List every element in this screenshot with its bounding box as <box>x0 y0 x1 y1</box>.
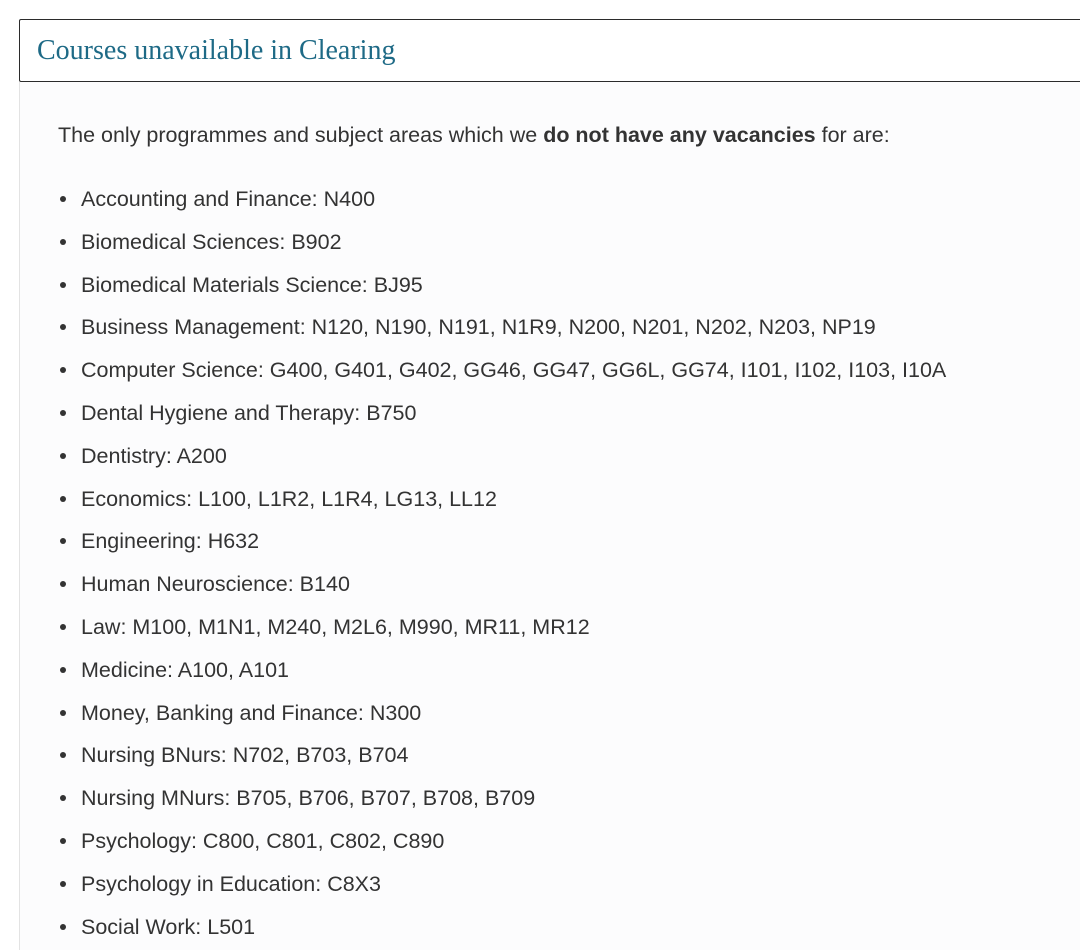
accordion-title[interactable]: Courses unavailable in Clearing <box>37 34 395 68</box>
bullet-icon <box>60 367 66 374</box>
intro-paragraph: The only programmes and subject areas wh… <box>58 122 890 148</box>
course-text: Accounting and Finance: N400 <box>81 187 376 211</box>
bullet-icon <box>60 281 66 288</box>
bullet-icon <box>60 238 66 245</box>
bullet-icon <box>60 196 66 202</box>
bullet-icon <box>60 581 66 588</box>
course-text: Psychology: C800, C801, C802, C890 <box>81 828 445 853</box>
bullet-icon <box>60 495 66 502</box>
course-text: Nursing BNurs: N702, B703, B704 <box>81 743 409 768</box>
course-text: Dental Hygiene and Therapy: B750 <box>81 400 417 425</box>
bullet-icon <box>60 752 66 759</box>
bullet-icon <box>60 880 66 887</box>
page: Courses unavailable in Clearing The only… <box>0 0 1080 950</box>
bullet-icon <box>60 538 66 545</box>
course-text: Medicine: A100, A101 <box>81 657 289 682</box>
intro-text-end: for are: <box>815 123 890 147</box>
bullet-icon <box>60 709 66 716</box>
course-text: Biomedical Sciences: B902 <box>81 229 342 254</box>
course-text: Law: M100, M1N1, M240, M2L6, M990, MR11,… <box>81 614 590 639</box>
course-text: Psychology in Education: C8X3 <box>81 871 381 896</box>
bullet-icon <box>60 409 66 416</box>
clearing-accordion: Courses unavailable in Clearing The only… <box>19 19 1080 950</box>
course-text: Biomedical Materials Science: BJ95 <box>81 272 423 297</box>
course-text: Money, Banking and Finance: N300 <box>81 700 422 725</box>
intro-text-start: The only programmes and subject areas wh… <box>58 123 544 147</box>
course-text: Engineering: H632 <box>81 529 260 554</box>
course-text: Social Work: L501 <box>81 914 256 939</box>
course-text: Economics: L100, L1R2, L1R4, LG13, LL12 <box>81 486 497 511</box>
bullet-icon <box>60 452 66 459</box>
course-text: Dentistry: A200 <box>81 443 227 468</box>
bullet-icon <box>60 923 66 930</box>
bullet-icon <box>60 795 66 802</box>
accordion-panel: The only programmes and subject areas wh… <box>19 82 1080 950</box>
intro-emphasis: do not have any vacancies <box>543 123 816 147</box>
bullet-icon <box>60 623 66 630</box>
bullet-icon <box>60 666 66 673</box>
accordion-header[interactable]: Courses unavailable in Clearing <box>19 19 1080 82</box>
course-text: Computer Science: G400, G401, G402, GG46… <box>81 358 947 383</box>
course-text: Nursing MNurs: B705, B706, B707, B708, B… <box>81 786 536 811</box>
bullet-icon <box>60 837 66 844</box>
course-text: Business Management: N120, N190, N191, N… <box>81 315 876 340</box>
bullet-icon <box>60 324 66 331</box>
course-text: Human Neuroscience: B140 <box>81 572 350 597</box>
